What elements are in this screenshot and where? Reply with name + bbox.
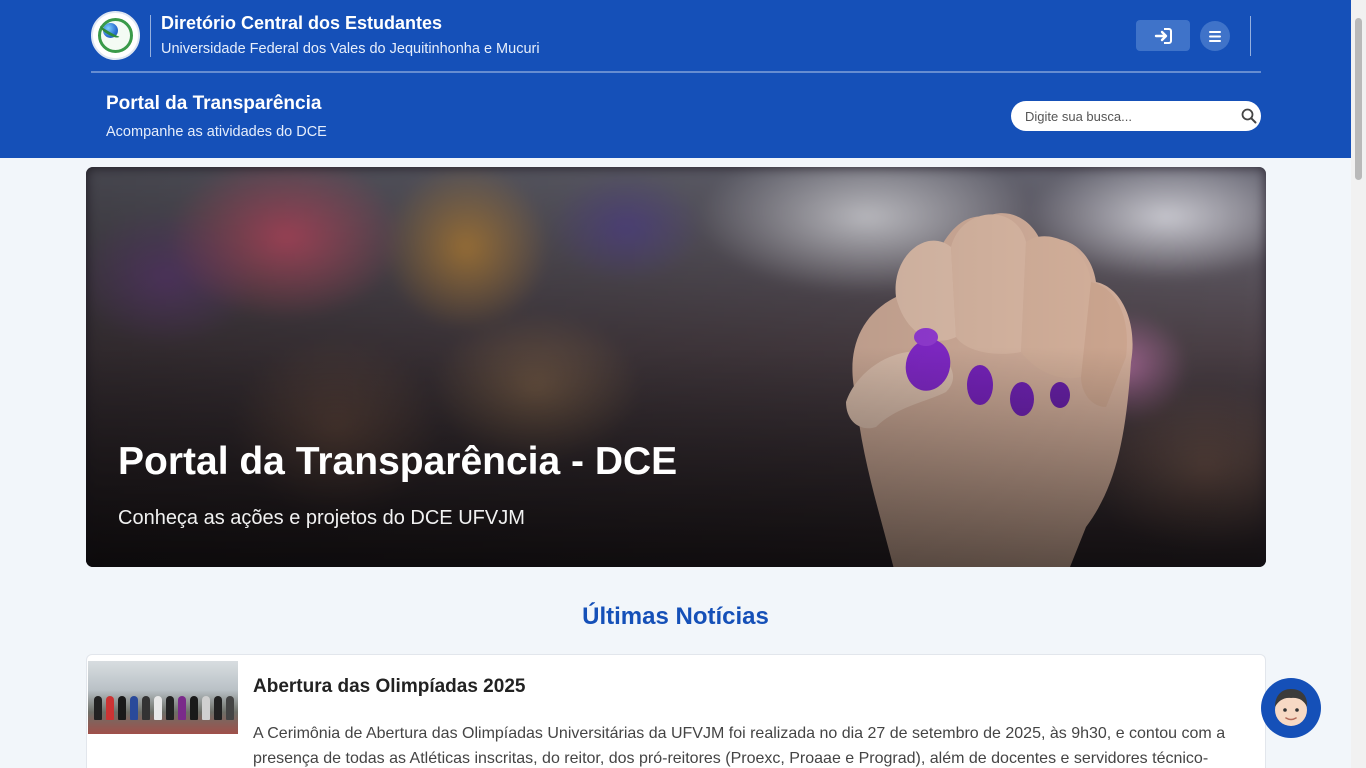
org-title[interactable]: Diretório Central dos Estudantes bbox=[161, 13, 442, 34]
thumb-person bbox=[178, 696, 186, 720]
page-scrollbar[interactable] bbox=[1351, 0, 1366, 768]
menu-button[interactable] bbox=[1200, 21, 1230, 51]
news-card[interactable]: Abertura das Olimpíadas 2025 A Cerimônia… bbox=[86, 654, 1266, 768]
search-icon[interactable] bbox=[1241, 108, 1257, 124]
search-input[interactable] bbox=[1025, 101, 1235, 131]
header-vertical-divider bbox=[1250, 16, 1251, 56]
search-box bbox=[1011, 101, 1261, 131]
thumb-person bbox=[202, 696, 210, 720]
hero-banner: Portal da Transparência - DCE Conheça as… bbox=[86, 167, 1266, 567]
news-excerpt: A Cerimônia de Abertura das Olimpíadas U… bbox=[253, 725, 1226, 767]
thumb-person bbox=[190, 696, 198, 720]
thumb-person bbox=[106, 696, 114, 720]
bars-icon bbox=[1209, 30, 1221, 42]
thumb-person bbox=[142, 696, 150, 720]
site-header: Diretório Central dos Estudantes Univers… bbox=[0, 0, 1351, 158]
portal-subtitle: Acompanhe as atividades do DCE bbox=[106, 124, 327, 140]
thumb-person bbox=[214, 696, 222, 720]
brand-divider bbox=[150, 15, 151, 57]
news-section-title: Últimas Notícias bbox=[582, 603, 769, 630]
thumb-person bbox=[130, 696, 138, 720]
org-subtitle: Universidade Federal dos Vales do Jequit… bbox=[161, 41, 540, 57]
thumb-person bbox=[166, 696, 174, 720]
assistant-avatar-button[interactable] bbox=[1261, 678, 1321, 738]
hero-subtitle: Conheça as ações e projetos do DCE UFVJM bbox=[118, 507, 525, 529]
thumb-person bbox=[94, 696, 102, 720]
login-button[interactable] bbox=[1136, 20, 1190, 51]
news-thumbnail[interactable] bbox=[88, 661, 238, 734]
portal-title: Portal da Transparência bbox=[106, 93, 322, 114]
news-title[interactable]: Abertura das Olimpíadas 2025 bbox=[253, 676, 525, 698]
man-face-icon bbox=[1275, 689, 1308, 726]
thumb-person bbox=[118, 696, 126, 720]
hero-title: Portal da Transparência - DCE bbox=[118, 440, 678, 483]
dce-logo[interactable] bbox=[91, 11, 140, 60]
thumb-person bbox=[154, 696, 162, 720]
header-horizontal-divider bbox=[91, 71, 1261, 73]
thumb-person bbox=[226, 696, 234, 720]
scrollbar-thumb[interactable] bbox=[1355, 18, 1362, 180]
sign-in-icon bbox=[1154, 27, 1172, 44]
